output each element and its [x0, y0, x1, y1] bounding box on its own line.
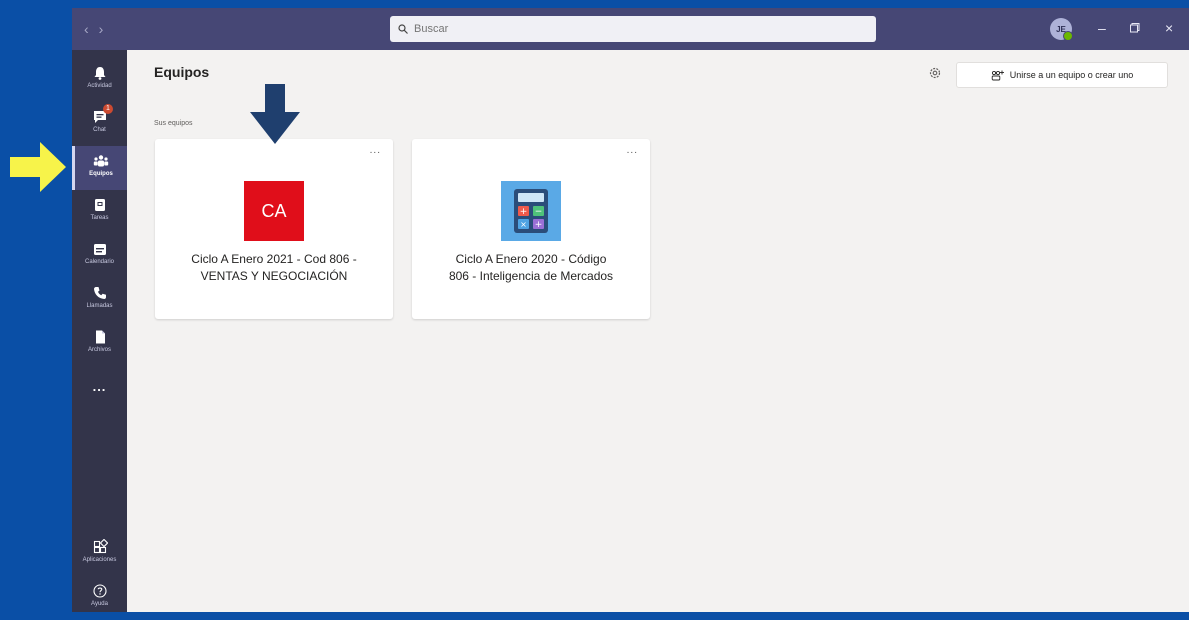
rail-label: Archivos: [87, 347, 111, 353]
assignments-icon: [94, 199, 105, 211]
teams-window: ‹› JE – × Actividad: [72, 8, 1189, 612]
team-logo-initials: CA: [261, 200, 287, 221]
svg-text:×: ×: [520, 220, 527, 229]
rail-label: Chat: [93, 127, 106, 133]
title-bar: ‹› JE – ×: [72, 8, 1189, 50]
join-button-label: Unirse a un equipo o crear uno: [1009, 70, 1134, 80]
rail-label: Equipos: [89, 171, 113, 177]
calendar-icon: [93, 244, 106, 255]
apps-icon: [93, 539, 108, 554]
team-card[interactable]: ... + − × + Ciclo A Enero 2020 - Código …: [412, 139, 650, 319]
team-name-line2: VENTAS Y NEGOCIACIÓN: [200, 269, 348, 283]
help-icon: [92, 584, 107, 598]
unread-badge: 1: [103, 104, 113, 114]
more-options-icon[interactable]: ...: [370, 145, 381, 156]
team-logo: CA: [244, 181, 304, 241]
page-title: Equipos: [154, 64, 210, 80]
more-options-icon[interactable]: ...: [627, 145, 638, 156]
search-input[interactable]: [414, 23, 834, 35]
rail-item-chat[interactable]: 1 Chat: [72, 102, 127, 146]
rail-label: Tareas: [90, 215, 109, 221]
search-icon: [398, 24, 408, 34]
forward-arrow-icon[interactable]: ›: [99, 21, 114, 37]
back-arrow-icon[interactable]: ‹: [84, 21, 99, 37]
team-name-line1: Ciclo A Enero 2021 - Cod 806 -: [191, 252, 357, 266]
annotation-arrow-right: [10, 142, 66, 192]
rail-label: Actividad: [87, 83, 112, 89]
annotation-arrow-down: [250, 84, 300, 144]
team-logo: + − × +: [501, 181, 561, 241]
minimize-icon[interactable]: –: [1098, 20, 1106, 36]
search-box[interactable]: [390, 16, 876, 42]
gear-icon[interactable]: [928, 66, 942, 80]
app-rail: Actividad 1 Chat Equipos Tareas Calendar…: [72, 50, 127, 612]
rail-item-actividad[interactable]: Actividad: [72, 58, 127, 102]
rail-label: Calendario: [84, 259, 115, 265]
team-name: Ciclo A Enero 2021 - Cod 806 - VENTAS Y …: [163, 251, 385, 285]
rail-item-tareas[interactable]: Tareas: [72, 190, 127, 234]
files-icon: [95, 330, 105, 344]
close-icon[interactable]: ×: [1165, 20, 1173, 36]
team-name-line1: Ciclo A Enero 2020 - Código: [455, 252, 607, 266]
history-nav[interactable]: ‹›: [84, 21, 113, 37]
maximize-icon[interactable]: [1130, 23, 1140, 33]
status-available-icon: [1063, 31, 1073, 41]
avatar[interactable]: JE: [1050, 18, 1073, 41]
section-label: Sus equipos: [154, 120, 193, 127]
join-or-create-team-button[interactable]: Unirse a un equipo o crear uno: [956, 62, 1168, 88]
rail-item-calendario[interactable]: Calendario: [72, 234, 127, 278]
svg-text:+: +: [535, 220, 543, 230]
more-icon: ...: [92, 379, 107, 394]
rail-item-archivos[interactable]: Archivos: [72, 322, 127, 366]
team-name: Ciclo A Enero 2020 - Código 806 - Inteli…: [420, 251, 642, 285]
phone-icon: [93, 287, 106, 299]
calculator-icon: + − × +: [514, 189, 548, 233]
svg-text:−: −: [535, 207, 543, 217]
team-name-line2: 806 - Inteligencia de Mercados: [448, 269, 614, 283]
rail-label: Llamadas: [86, 303, 113, 309]
bell-icon: [94, 67, 105, 80]
rail-item-llamadas[interactable]: Llamadas: [72, 278, 127, 322]
more-apps-button[interactable]: ...: [72, 378, 127, 402]
teams-icon: [93, 155, 109, 167]
add-team-icon: [991, 70, 1004, 80]
rail-item-ayuda[interactable]: Ayuda: [72, 576, 127, 620]
rail-label: Ayuda: [91, 601, 108, 607]
rail-label: Aplicaciones: [82, 557, 117, 563]
rail-item-equipos[interactable]: Equipos: [72, 146, 127, 190]
svg-text:+: +: [520, 207, 528, 217]
team-card[interactable]: ... CA Ciclo A Enero 2021 - Cod 806 - VE…: [155, 139, 393, 319]
rail-item-aplicaciones[interactable]: Aplicaciones: [72, 532, 127, 576]
